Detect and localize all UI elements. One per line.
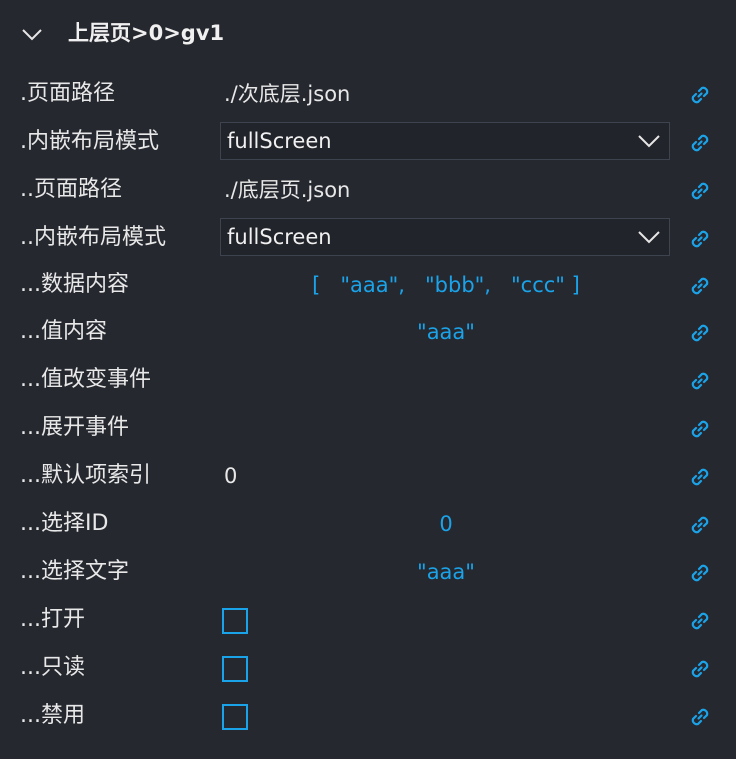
select-value: fullScreen xyxy=(227,225,332,249)
panel-header: 上层页>0>gv1 xyxy=(0,0,736,64)
property-label: .页面路径 xyxy=(20,81,115,106)
property-label: ...值内容 xyxy=(20,319,107,344)
chevron-down-icon xyxy=(638,135,660,148)
property-label: ...数据内容 xyxy=(20,272,129,297)
link-icon[interactable] xyxy=(686,511,714,539)
property-label: ...打开 xyxy=(20,607,85,632)
property-label: ...选择文字 xyxy=(20,559,129,584)
property-value: "aaa" xyxy=(417,320,475,344)
property-row-value-content: ...值内容 "aaa" xyxy=(0,308,736,356)
link-icon[interactable] xyxy=(686,703,714,731)
select-value: fullScreen xyxy=(227,129,332,153)
link-icon[interactable] xyxy=(686,272,714,300)
property-label: ...默认项索引 xyxy=(20,463,151,488)
property-row-value-change-event: ...值改变事件 xyxy=(0,356,736,404)
layout-mode-select[interactable]: fullScreen xyxy=(220,122,670,160)
link-icon[interactable] xyxy=(686,559,714,587)
link-icon[interactable] xyxy=(686,319,714,347)
link-icon[interactable] xyxy=(686,129,714,157)
property-value: 0 xyxy=(439,512,453,536)
property-label: ...展开事件 xyxy=(20,415,129,440)
chevron-down-icon xyxy=(638,231,660,244)
disabled-checkbox[interactable] xyxy=(222,704,248,730)
link-icon[interactable] xyxy=(686,225,714,253)
property-label: .内嵌布局模式 xyxy=(20,129,159,154)
link-icon[interactable] xyxy=(686,415,714,443)
link-icon[interactable] xyxy=(686,655,714,683)
open-checkbox[interactable] xyxy=(222,608,248,634)
property-value: 0 xyxy=(224,464,238,488)
property-value: ./次底层.json xyxy=(224,82,351,106)
chevron-down-icon[interactable] xyxy=(20,24,44,44)
property-label: ...值改变事件 xyxy=(20,367,151,392)
link-icon[interactable] xyxy=(686,177,714,205)
readonly-checkbox[interactable] xyxy=(222,656,248,682)
property-label: ...禁用 xyxy=(20,703,85,728)
property-label: ...只读 xyxy=(20,655,85,680)
property-row-expand-event: ...展开事件 xyxy=(0,404,736,452)
property-row-page-path: ..页面路径 ./底层页.json xyxy=(0,166,736,214)
property-row-default-index: ...默认项索引 0 xyxy=(0,452,736,500)
property-row-embed-layout: .内嵌布局模式 fullScreen xyxy=(0,118,736,166)
link-icon[interactable] xyxy=(686,81,714,109)
property-value: ./底层页.json xyxy=(224,178,351,202)
property-value: "aaa" xyxy=(417,560,475,584)
property-label: ..内嵌布局模式 xyxy=(20,225,166,250)
property-row-page-path: .页面路径 ./次底层.json xyxy=(0,70,736,118)
layout-mode-select[interactable]: fullScreen xyxy=(220,218,670,256)
property-row-readonly: ...只读 xyxy=(0,644,736,692)
property-row-select-text: ...选择文字 "aaa" xyxy=(0,548,736,596)
property-label: ..页面路径 xyxy=(20,177,122,202)
property-row-embed-layout: ..内嵌布局模式 fullScreen xyxy=(0,214,736,262)
link-icon[interactable] xyxy=(686,367,714,395)
property-row-disabled: ...禁用 xyxy=(0,692,736,740)
property-value: [ "aaa", "bbb", "ccc" ] xyxy=(312,273,580,297)
property-row-select-id: ...选择ID 0 xyxy=(0,500,736,548)
property-row-data-content: ...数据内容 [ "aaa", "bbb", "ccc" ] xyxy=(0,261,736,309)
panel-title: 上层页>0>gv1 xyxy=(68,21,225,45)
link-icon[interactable] xyxy=(686,607,714,635)
link-icon[interactable] xyxy=(686,463,714,491)
property-label: ...选择ID xyxy=(20,511,109,536)
property-row-open: ...打开 xyxy=(0,596,736,644)
